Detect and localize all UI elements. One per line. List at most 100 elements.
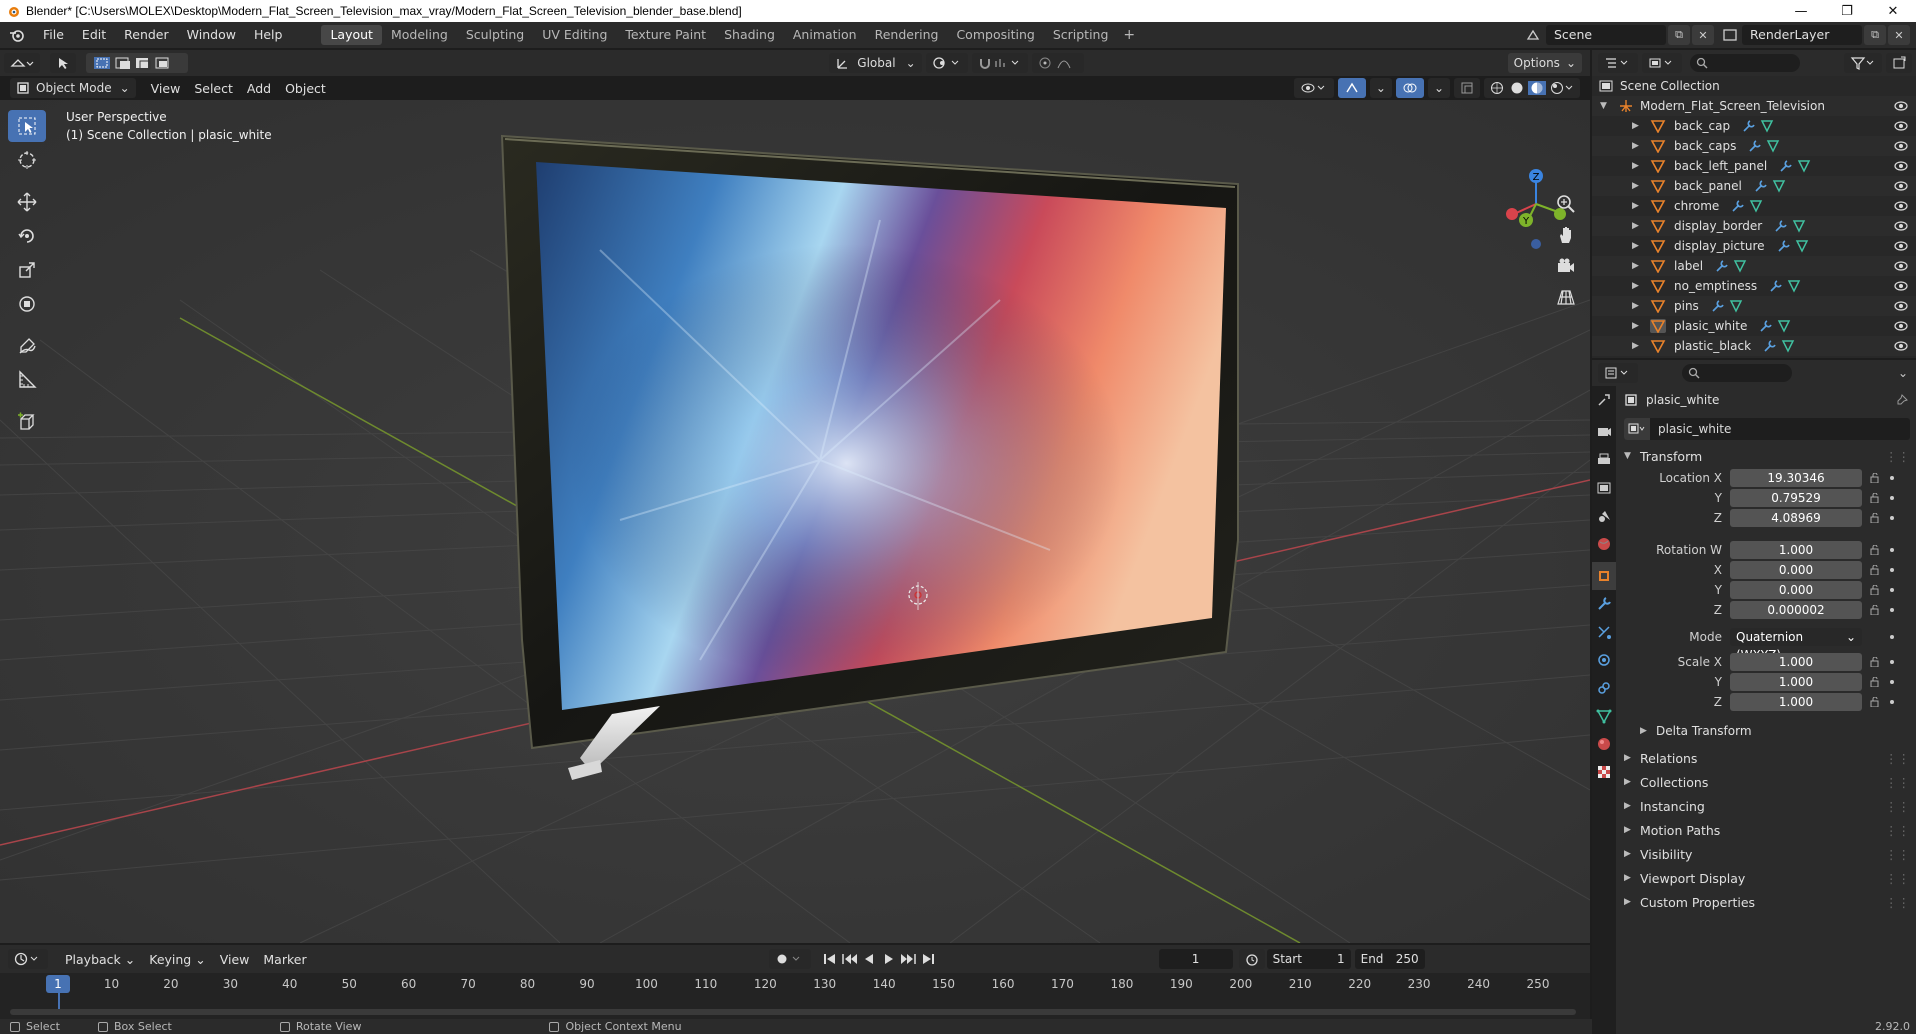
auto-keying-toggle[interactable] [768, 949, 811, 969]
tab-texture[interactable] [1592, 758, 1616, 786]
measure-tool[interactable] [8, 364, 46, 396]
keyframe-dot-icon[interactable] [1890, 516, 1894, 520]
panel-viewport-display[interactable]: ▶ Viewport Display ⋮⋮ [1616, 866, 1916, 890]
mesh-data-icon[interactable] [1772, 179, 1786, 193]
lock-icon[interactable] [1870, 565, 1882, 575]
lock-icon[interactable] [1870, 493, 1882, 503]
overlays-options[interactable]: ⌄ [1427, 78, 1450, 98]
modifier-wrench-icon[interactable] [1748, 139, 1762, 153]
collection-row[interactable]: ▼ Modern_Flat_Screen_Television [1592, 96, 1916, 116]
remove-renderlayer-icon[interactable]: ✕ [1888, 25, 1910, 45]
playhead-frame-label[interactable]: 1 [46, 975, 70, 993]
panel-instancing[interactable]: ▶ Instancing ⋮⋮ [1616, 794, 1916, 818]
drag-handle-icon[interactable]: ⋮⋮ [1885, 895, 1910, 910]
blender-menu-icon[interactable] [0, 28, 34, 42]
eye-icon[interactable] [1894, 140, 1908, 152]
expand-right-icon[interactable]: ▶ [1632, 181, 1642, 191]
tab-animation[interactable]: Animation [784, 25, 866, 45]
keyframe-dot-icon[interactable] [1890, 476, 1894, 480]
chevron-down-icon[interactable]: ⌄ [1898, 366, 1908, 380]
menu-add[interactable]: Add [240, 81, 278, 96]
menu-select[interactable]: Select [187, 81, 240, 96]
current-frame-field[interactable]: 1 [1158, 949, 1233, 969]
new-renderlayer-icon[interactable]: ⧉ [1864, 25, 1886, 45]
transform-tool[interactable] [8, 288, 46, 320]
location-y-field[interactable]: 0.79529 [1730, 489, 1862, 507]
keyframe-dot-icon[interactable] [1890, 568, 1894, 572]
expand-right-icon[interactable]: ▶ [1632, 121, 1642, 131]
mesh-data-icon[interactable] [1729, 299, 1743, 313]
outliner-search-input[interactable] [1690, 54, 1800, 72]
modifier-wrench-icon[interactable] [1763, 339, 1777, 353]
panel-visibility[interactable]: ▶ Visibility ⋮⋮ [1616, 842, 1916, 866]
mesh-data-icon[interactable] [1795, 239, 1809, 253]
keyframe-dot-icon[interactable] [1890, 700, 1894, 704]
renderlayer-selector[interactable]: RenderLayer ⧉ ✕ [1720, 25, 1910, 45]
object-name-field[interactable]: plasic_white [1624, 418, 1910, 440]
3d-viewport[interactable]: Z Y User Perspective (1) Scene Collectio… [0, 100, 1590, 943]
eye-icon[interactable] [1894, 260, 1908, 272]
annotate-tool[interactable] [8, 330, 46, 362]
keyframe-dot-icon[interactable] [1890, 680, 1894, 684]
eye-icon[interactable] [1894, 240, 1908, 252]
camera-view-tool[interactable] [1552, 252, 1580, 280]
location-z-field[interactable]: 4.08969 [1730, 509, 1862, 527]
transform-orientation-select[interactable]: Global ⌄ [829, 53, 922, 73]
maximize-button[interactable]: ❐ [1824, 0, 1870, 22]
filter-button[interactable] [1844, 53, 1882, 73]
tab-scripting[interactable]: Scripting [1044, 25, 1118, 45]
lock-icon[interactable] [1870, 545, 1882, 555]
outliner-item-display_border[interactable]: ▶ display_border [1592, 216, 1916, 236]
keyframe-dot-icon[interactable] [1890, 588, 1894, 592]
outliner-item-back_left_panel[interactable]: ▶ back_left_panel [1592, 156, 1916, 176]
modifier-wrench-icon[interactable] [1754, 179, 1768, 193]
expand-right-icon[interactable]: ▶ [1632, 321, 1642, 331]
tab-compositing[interactable]: Compositing [947, 25, 1043, 45]
mesh-data-icon[interactable] [1760, 119, 1774, 133]
scale-x-field[interactable]: 1.000 [1730, 653, 1862, 671]
lock-icon[interactable] [1870, 513, 1882, 523]
lock-icon[interactable] [1870, 677, 1882, 687]
tab-tool[interactable] [1592, 386, 1616, 414]
properties-editor-type[interactable] [1598, 363, 1638, 383]
pan-tool[interactable] [1552, 221, 1580, 249]
mesh-data-icon[interactable] [1792, 219, 1806, 233]
expand-right-icon[interactable]: ▶ [1632, 301, 1642, 311]
tab-uv-editing[interactable]: UV Editing [533, 25, 616, 45]
mesh-data-icon[interactable] [1787, 279, 1801, 293]
rotation-mode-select[interactable]: Quaternion (WXYZ)⌄ [1730, 628, 1862, 662]
panel-custom-properties[interactable]: ▶ Custom Properties ⋮⋮ [1616, 890, 1916, 914]
rotation-z-field[interactable]: 0.000002 [1730, 601, 1862, 619]
drag-handle-icon[interactable]: ⋮⋮ [1885, 775, 1910, 790]
menu-help[interactable]: Help [245, 22, 292, 48]
modifier-wrench-icon[interactable] [1715, 259, 1729, 273]
outliner-item-plastic_black[interactable]: ▶ plastic_black [1592, 336, 1916, 356]
expand-down-icon[interactable]: ▼ [1600, 101, 1610, 111]
new-scene-icon[interactable]: ⧉ [1668, 25, 1690, 45]
tab-shading[interactable]: Shading [715, 25, 784, 45]
location-x-field[interactable]: 19.30346 [1730, 469, 1862, 487]
outliner-item-back_cap[interactable]: ▶ back_cap [1592, 116, 1916, 136]
rotation-x-field[interactable]: 0.000 [1730, 561, 1862, 579]
proportional-editing-toggle[interactable] [1031, 53, 1084, 73]
tab-world[interactable] [1592, 530, 1616, 558]
drag-handle-icon[interactable]: ⋮⋮ [1885, 871, 1910, 886]
rotate-tool[interactable] [8, 220, 46, 252]
select-box-tool[interactable] [8, 110, 46, 142]
scene-collection-row[interactable]: Scene Collection [1592, 76, 1916, 96]
mode-select[interactable]: Object Mode ⌄ [10, 78, 136, 98]
drag-handle-icon[interactable]: ⋮⋮ [1885, 823, 1910, 838]
menu-edit[interactable]: Edit [73, 22, 115, 48]
modifier-wrench-icon[interactable] [1774, 219, 1788, 233]
remove-scene-icon[interactable]: ✕ [1692, 25, 1714, 45]
menu-view[interactable]: View [144, 81, 188, 96]
tab-sculpting[interactable]: Sculpting [457, 25, 533, 45]
modifier-wrench-icon[interactable] [1769, 279, 1783, 293]
outliner-item-pins[interactable]: ▶ pins [1592, 296, 1916, 316]
tab-view-layer[interactable] [1592, 474, 1616, 502]
modifier-wrench-icon[interactable] [1711, 299, 1725, 313]
panel-collections[interactable]: ▶ Collections ⋮⋮ [1616, 770, 1916, 794]
mesh-data-icon[interactable] [1733, 259, 1747, 273]
eye-icon[interactable] [1894, 160, 1908, 172]
use-preview-range-toggle[interactable] [1238, 949, 1265, 969]
